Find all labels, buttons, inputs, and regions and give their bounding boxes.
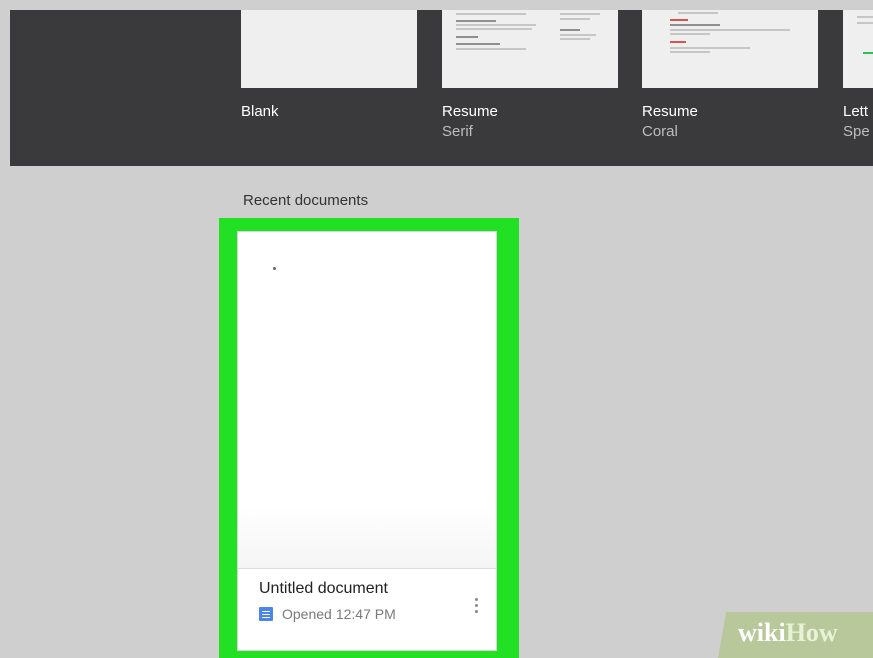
template-title: Blank bbox=[241, 103, 279, 120]
template-thumbnail[interactable] bbox=[642, 10, 818, 88]
watermark-text: wikiHow bbox=[738, 618, 838, 647]
template-subtitle: Serif bbox=[442, 123, 473, 140]
opened-time: 12:47 PM bbox=[335, 606, 396, 622]
template-resume-serif[interactable]: Resume Serif bbox=[442, 10, 618, 140]
template-subtitle: Spe bbox=[843, 123, 870, 140]
template-letter[interactable]: Lett Spe bbox=[843, 10, 873, 150]
template-thumbnail[interactable] bbox=[241, 10, 417, 88]
template-title: Lett bbox=[843, 103, 869, 120]
recent-documents-heading: Recent documents bbox=[243, 192, 369, 209]
template-title: Resume bbox=[442, 103, 498, 120]
document-preview[interactable] bbox=[238, 232, 496, 569]
template-title: Resume bbox=[642, 103, 698, 120]
more-options-icon[interactable] bbox=[471, 595, 481, 619]
document-opened-info: Opened 12:47 PM bbox=[282, 606, 396, 622]
template-resume-coral[interactable]: Resume Coral bbox=[642, 10, 818, 140]
opened-label: Opened bbox=[282, 606, 332, 622]
document-title[interactable]: Untitled document bbox=[259, 580, 388, 598]
template-thumbnail[interactable] bbox=[442, 10, 618, 88]
template-thumbnail[interactable] bbox=[843, 10, 873, 88]
template-subtitle: Coral bbox=[642, 123, 678, 140]
wikihow-watermark: wikiHow bbox=[705, 612, 873, 658]
recent-document-card[interactable]: Untitled document Opened 12:47 PM bbox=[237, 231, 497, 651]
text-cursor bbox=[273, 267, 276, 270]
template-blank[interactable]: Blank bbox=[241, 10, 417, 120]
google-docs-icon bbox=[259, 607, 273, 621]
